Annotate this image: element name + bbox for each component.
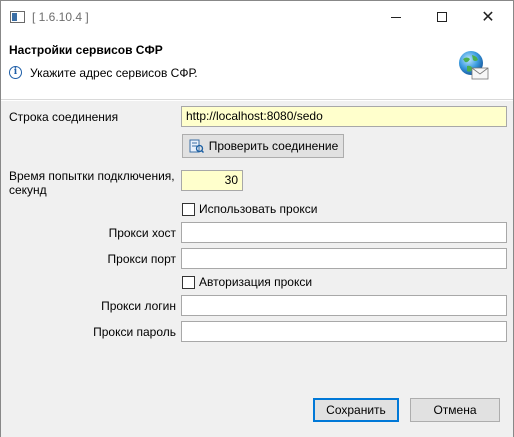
close-button[interactable]: ✕ xyxy=(465,1,511,33)
settings-dialog: [ 1.6.10.4 ] ✕ Настройки сервисов СФР i … xyxy=(0,0,514,437)
maximize-icon xyxy=(437,12,447,22)
app-icon xyxy=(10,11,25,23)
proxy-host-input[interactable] xyxy=(181,222,507,243)
proxy-host-label: Прокси хост xyxy=(108,226,176,240)
proxy-auth-label: Авторизация прокси xyxy=(199,275,313,289)
connection-label: Строка соединения xyxy=(9,110,119,124)
connection-string-input[interactable]: http://localhost:8080/sedo xyxy=(181,106,507,127)
maximize-button[interactable] xyxy=(419,1,465,33)
window-title: [ 1.6.10.4 ] xyxy=(32,10,89,24)
proxy-login-label: Прокси логин xyxy=(101,299,176,313)
proxy-login-input[interactable] xyxy=(181,295,507,316)
timeout-input[interactable]: 30 xyxy=(181,170,243,191)
proxy-port-label: Прокси порт xyxy=(107,252,176,266)
check-connection-icon xyxy=(189,139,204,154)
proxy-password-input[interactable] xyxy=(181,321,507,342)
use-proxy-label: Использовать прокси xyxy=(199,202,318,216)
save-button-label: Сохранить xyxy=(326,403,386,417)
cancel-button[interactable]: Отмена xyxy=(410,398,500,422)
minimize-button[interactable] xyxy=(373,1,419,33)
dialog-body: Строка соединения http://localhost:8080/… xyxy=(1,101,513,437)
proxy-password-label: Прокси пароль xyxy=(93,325,176,339)
globe-mail-icon xyxy=(459,51,489,80)
header-message: Укажите адрес сервисов СФР. xyxy=(30,66,198,80)
dialog-header: Настройки сервисов СФР i Укажите адрес с… xyxy=(1,33,513,100)
title-bar: [ 1.6.10.4 ] ✕ xyxy=(1,1,513,33)
close-icon: ✕ xyxy=(481,7,495,26)
header-title: Настройки сервисов СФР xyxy=(9,43,163,57)
timeout-label-line2: секунд xyxy=(9,183,47,197)
timeout-label-line1: Время попытки подключения, xyxy=(9,169,175,183)
proxy-auth-checkbox[interactable] xyxy=(182,276,195,289)
use-proxy-checkbox[interactable] xyxy=(182,203,195,216)
info-icon: i xyxy=(9,66,22,79)
check-connection-label: Проверить соединение xyxy=(208,139,339,153)
proxy-port-input[interactable] xyxy=(181,248,507,269)
save-button[interactable]: Сохранить xyxy=(313,398,399,422)
check-connection-button[interactable]: Проверить соединение xyxy=(182,134,344,158)
minimize-icon xyxy=(391,16,401,18)
cancel-button-label: Отмена xyxy=(433,403,477,417)
